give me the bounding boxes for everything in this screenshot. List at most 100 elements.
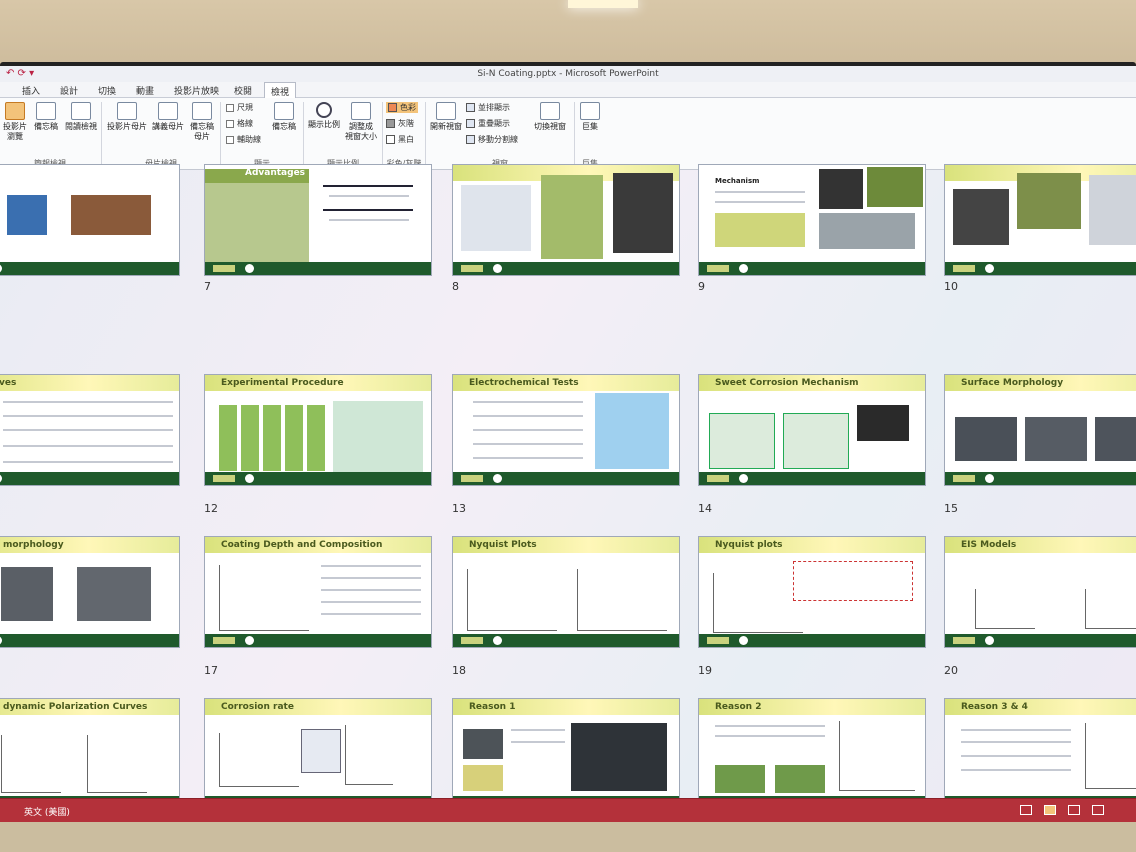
tab-review[interactable]: 校閱 <box>228 84 258 97</box>
sem-image <box>1025 417 1087 461</box>
conditions-panel <box>333 401 423 473</box>
grayscale-label: 灰階 <box>398 119 414 128</box>
new-window-button[interactable]: 開新視窗 <box>428 102 464 132</box>
slide-title: Experimental Procedure <box>221 378 344 388</box>
slide-thumbnail[interactable]: ves <box>0 374 180 486</box>
slide-title: Advantages <box>245 168 306 178</box>
slide-thumbnail[interactable]: Coating Depth and Composition <box>204 536 432 648</box>
sem-image <box>955 417 1017 461</box>
slide-footer <box>945 262 1136 275</box>
slide-thumbnail[interactable]: dynamic Polarization Curves <box>0 698 180 810</box>
handout-master-label: 講義母片 <box>152 122 184 131</box>
tab-view[interactable]: 檢視 <box>264 82 297 98</box>
zoom-button[interactable]: 顯示比例 <box>306 102 342 130</box>
slide-thumbnail[interactable]: Advantages <box>204 164 432 276</box>
language-indicator[interactable]: 英文 (美國) <box>24 805 70 818</box>
slide-sorter-button[interactable]: 投影片 瀏覽 <box>0 102 30 142</box>
fit-to-window-button[interactable]: 調整成 視窗大小 <box>342 102 380 142</box>
slide-number: 10 <box>944 280 958 293</box>
group-separator <box>101 102 102 168</box>
black-white-option[interactable]: 黑白 <box>386 134 414 145</box>
new-window-icon <box>436 102 456 120</box>
corrosion-table <box>345 725 393 785</box>
status-bar: 英文 (美國) <box>0 798 1136 822</box>
slide-title: Corrosion rate <box>221 702 294 712</box>
cascade-icon <box>466 119 475 128</box>
slide-footer <box>0 472 179 485</box>
normal-view-icon[interactable] <box>1020 805 1032 815</box>
weight-change-chart <box>839 721 915 791</box>
switch-windows-button[interactable]: 切換視窗 <box>528 102 572 132</box>
slide-thumbnail[interactable]: Experimental Procedure <box>204 374 432 486</box>
sem-image <box>463 729 503 759</box>
tab-design[interactable]: 設計 <box>54 84 84 97</box>
guides-checkbox[interactable]: 輔助線 <box>226 134 261 145</box>
corrosion-photo <box>857 405 909 441</box>
notes-page-button[interactable]: 備忘稿 <box>30 102 62 132</box>
color-label: 色彩 <box>400 103 416 112</box>
reading-view-icon[interactable] <box>1068 805 1080 815</box>
tab-insert[interactable]: 插入 <box>16 84 46 97</box>
coated-samples-photo <box>819 213 915 249</box>
text-line <box>321 565 421 567</box>
slide-number: 15 <box>944 502 958 515</box>
slide-thumbnail[interactable]: Reason 2 <box>698 698 926 810</box>
slide-thumbnail[interactable]: Reason 1 <box>452 698 680 810</box>
slide-footer <box>453 472 679 485</box>
move-split-button[interactable]: 移動分割線 <box>466 134 518 145</box>
text-line <box>321 613 421 615</box>
notes-button[interactable]: 備忘稿 <box>268 102 300 132</box>
group-separator <box>574 102 575 168</box>
slide-title: Reason 2 <box>715 702 762 712</box>
text-line <box>961 769 1071 771</box>
slide-thumbnail[interactable]: Electrochemical Tests <box>452 374 680 486</box>
slide-thumbnail[interactable]: Sweet Corrosion Mechanism <box>698 374 926 486</box>
macros-button[interactable]: 巨集 <box>576 102 604 132</box>
handout-master-button[interactable]: 講義母片 <box>150 102 186 132</box>
slide-thumbnail[interactable]: Nyquist plots <box>698 536 926 648</box>
slide-number: 20 <box>944 664 958 677</box>
slide-master-button[interactable]: 投影片母片 <box>104 102 150 132</box>
slide-number: 14 <box>698 502 712 515</box>
slide-thumbnail[interactable]: EIS Models <box>944 536 1136 648</box>
slide-sorter-view-icon[interactable] <box>1044 805 1056 815</box>
slide-thumbnail[interactable]: Surface Morphology <box>944 374 1136 486</box>
arrange-all-label: 並排顯示 <box>478 103 510 112</box>
reading-view-icon <box>71 102 91 120</box>
cascade-button[interactable]: 重疊顯示 <box>466 118 510 129</box>
polarization-chart <box>1 735 61 793</box>
slide-thumbnail[interactable]: Corrosion rate <box>204 698 432 810</box>
slide-thumbnail[interactable]: morphology <box>0 536 180 648</box>
schematic-image <box>1089 175 1136 245</box>
slide-thumbnail[interactable]: Mechanism <box>698 164 926 276</box>
reading-view-button[interactable]: 閱讀檢視 <box>62 102 100 132</box>
slide-title: morphology <box>3 540 64 550</box>
slide-master-icon <box>117 102 137 120</box>
slide-number: 9 <box>698 280 705 293</box>
slide-footer <box>699 262 925 275</box>
grayscale-option[interactable]: 灰階 <box>386 118 414 129</box>
slide-thumbnail[interactable]: Reason 3 & 4 <box>944 698 1136 810</box>
reading-view-label: 閱讀檢視 <box>65 122 97 131</box>
circuit-model-chart <box>1085 589 1136 629</box>
tab-slideshow[interactable]: 投影片放映 <box>168 84 225 97</box>
slide-title: Surface Morphology <box>961 378 1064 388</box>
process-panel <box>541 175 603 259</box>
color-option[interactable]: 色彩 <box>386 102 418 113</box>
tab-transitions[interactable]: 切換 <box>92 84 122 97</box>
slide-footer <box>0 262 179 275</box>
gridlines-checkbox[interactable]: 格線 <box>226 118 253 129</box>
slide-thumbnail[interactable]: Nyquist Plots <box>452 536 680 648</box>
tab-animations[interactable]: 動畫 <box>130 84 160 97</box>
polarization-chart <box>87 735 147 793</box>
notes-master-button[interactable]: 備忘稿 母片 <box>186 102 218 142</box>
slide-thumbnail[interactable] <box>944 164 1136 276</box>
slide-title: Nyquist Plots <box>469 540 537 550</box>
apparatus-diagram <box>461 185 531 251</box>
arrange-all-button[interactable]: 並排顯示 <box>466 102 510 113</box>
slide-thumbnail[interactable] <box>0 164 180 276</box>
slide-thumbnail[interactable] <box>452 164 680 276</box>
text-line <box>329 219 409 221</box>
slideshow-view-icon[interactable] <box>1092 805 1104 815</box>
ruler-checkbox[interactable]: 尺規 <box>226 102 253 113</box>
